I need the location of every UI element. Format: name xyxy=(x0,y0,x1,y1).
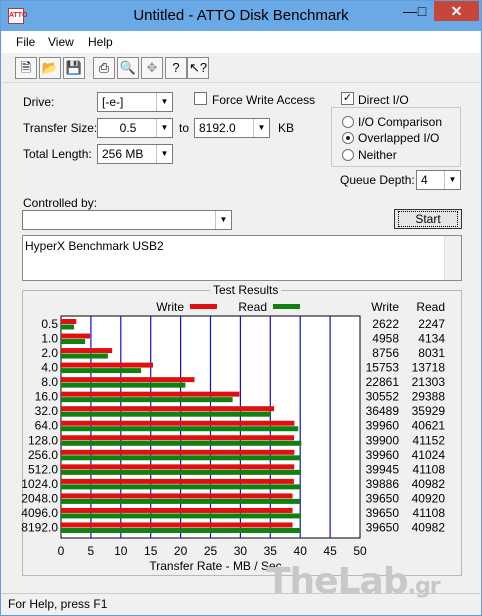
description-textbox[interactable]: HyperX Benchmark USB2 xyxy=(22,235,462,281)
maximize-icon[interactable]: □ xyxy=(409,1,435,21)
open-icon[interactable]: 📂 xyxy=(39,57,61,79)
start-label: Start xyxy=(398,211,458,227)
io-comparison-label[interactable]: I/O Comparison xyxy=(358,115,442,129)
kb-label: KB xyxy=(278,121,295,135)
total-length-label: Total Length: xyxy=(23,147,92,161)
help-icon[interactable]: ? xyxy=(165,57,187,79)
io-comparison-radio[interactable] xyxy=(342,116,354,128)
menu-bar: File View Help xyxy=(2,31,480,53)
test-results-group: Test Results xyxy=(22,283,462,576)
neither-label[interactable]: Neither xyxy=(358,148,397,162)
transfer-from-value: 0.5 xyxy=(119,121,137,135)
description-scrollbar[interactable] xyxy=(444,236,461,280)
direct-io-label[interactable]: Direct I/O xyxy=(358,93,409,107)
overlapped-io-radio[interactable] xyxy=(342,132,354,144)
chevron-down-icon[interactable]: ▼ xyxy=(156,119,172,137)
context-help-icon[interactable]: ↖? xyxy=(187,57,209,79)
toolbar: 🗎 📂 💾 ⎙ 🔍 ✥ ? ↖? xyxy=(2,53,480,83)
drive-value: [-e-] xyxy=(102,95,124,109)
transfer-to-value: 8192.0 xyxy=(199,121,236,135)
total-length-value: 256 MB xyxy=(102,147,144,161)
status-text: For Help, press F1 xyxy=(8,597,108,611)
transfer-size-label: Transfer Size: xyxy=(23,121,98,135)
thelab-watermark: TheLab.gr xyxy=(266,561,441,602)
chevron-down-icon[interactable]: ▼ xyxy=(253,119,269,137)
menu-help[interactable]: Help xyxy=(88,35,113,49)
print-icon[interactable]: ⎙ xyxy=(93,57,115,79)
total-length-select[interactable]: 256 MB ▼ xyxy=(97,144,173,164)
new-icon[interactable]: 🗎 xyxy=(15,57,37,79)
save-icon[interactable]: 💾 xyxy=(63,57,85,79)
start-button[interactable]: Start xyxy=(394,209,462,229)
menu-view[interactable]: View xyxy=(48,35,74,49)
neither-radio[interactable] xyxy=(342,149,354,161)
watermark-main: TheLab xyxy=(266,561,409,602)
queue-depth-label: Queue Depth: xyxy=(340,173,415,187)
watermark-suffix: .gr xyxy=(407,574,441,599)
to-label: to xyxy=(179,121,190,135)
chevron-down-icon[interactable]: ▼ xyxy=(444,171,460,189)
app-window: ATTO Untitled - ATTO Disk Benchmark — □ … xyxy=(0,0,482,616)
close-icon[interactable]: ✕ xyxy=(434,1,479,21)
title-bar[interactable]: ATTO Untitled - ATTO Disk Benchmark — □ … xyxy=(1,1,481,31)
drive-label: Drive: xyxy=(23,95,55,109)
controlled-by-select[interactable]: ▼ xyxy=(22,210,232,230)
transfer-from-select[interactable]: 0.5 ▼ xyxy=(97,118,173,138)
move-icon[interactable]: ✥ xyxy=(141,57,163,79)
transfer-to-select[interactable]: 8192.0 ▼ xyxy=(194,118,270,138)
controlled-by-label: Controlled by: xyxy=(23,196,98,210)
print-preview-icon[interactable]: 🔍 xyxy=(117,57,139,79)
force-write-checkbox[interactable] xyxy=(194,92,207,105)
queue-depth-select[interactable]: 4 ▼ xyxy=(416,170,461,190)
direct-io-checkbox[interactable]: ✓ xyxy=(341,92,354,105)
drive-select[interactable]: [-e-] ▼ xyxy=(97,92,173,112)
force-write-label[interactable]: Force Write Access xyxy=(212,93,315,107)
description-text: HyperX Benchmark USB2 xyxy=(25,239,164,253)
chevron-down-icon[interactable]: ▼ xyxy=(156,145,172,163)
menu-file[interactable]: File xyxy=(16,35,35,49)
test-results-title: Test Results xyxy=(210,283,282,297)
chevron-down-icon[interactable]: ▼ xyxy=(156,93,172,111)
queue-depth-value: 4 xyxy=(421,173,428,187)
chevron-down-icon[interactable]: ▼ xyxy=(215,211,231,229)
overlapped-io-label[interactable]: Overlapped I/O xyxy=(358,131,439,145)
